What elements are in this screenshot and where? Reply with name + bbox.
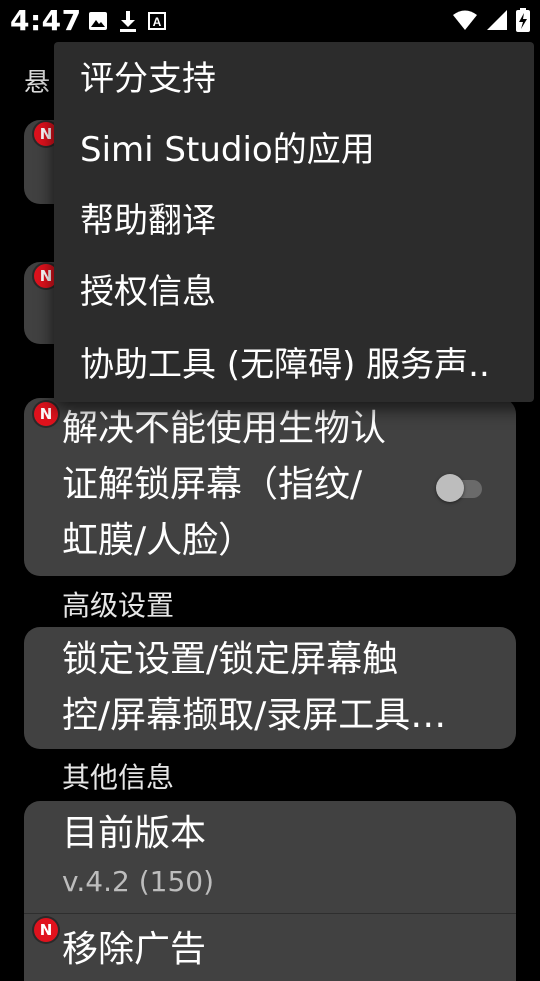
divider: [24, 913, 516, 914]
info-card: 目前版本 v.4.2 (150) 移除广告: [24, 801, 516, 981]
system-icons: [452, 8, 530, 32]
biometric-toggle[interactable]: [436, 472, 486, 502]
lock-settings-item[interactable]: 锁定设置/锁定屏幕触 控/屏幕撷取/录屏工具…: [24, 627, 516, 749]
svg-text:A: A: [153, 15, 162, 29]
setting-title-line: 解决不能使用生物认: [62, 408, 387, 449]
remove-ads-item[interactable]: 移除广告: [62, 923, 206, 977]
version-value: v.4.2 (150): [62, 865, 215, 898]
menu-item-license-info[interactable]: 授权信息: [80, 257, 520, 327]
section-advanced-settings: 高级设置: [62, 589, 175, 622]
setting-title-line: 控/屏幕撷取/录屏工具…: [62, 695, 447, 736]
download-icon: [120, 11, 136, 32]
battery-charging-icon: [516, 8, 530, 32]
image-icon: [89, 12, 107, 30]
status-bar: 4:47 A: [0, 0, 540, 42]
new-badge: N: [34, 918, 58, 942]
menu-item-help-translate[interactable]: 帮助翻译: [80, 186, 520, 256]
wifi-icon: [453, 10, 477, 30]
setting-title-line: 虹膜/人脸）: [62, 520, 255, 561]
menu-item-rate-support[interactable]: 评分支持: [80, 44, 520, 114]
notification-icons: A: [88, 10, 166, 32]
menu-item-accessibility-statement[interactable]: 协助工具 (无障碍) 服务声..: [80, 330, 520, 400]
setting-title-line: 锁定设置/锁定屏幕触: [62, 639, 399, 680]
biometric-unlock-setting[interactable]: 解决不能使用生物认 证解锁屏幕（指纹/ 虹膜/人脸）: [24, 398, 516, 576]
section-other-info: 其他信息: [62, 761, 175, 794]
section-title-partial: 悬: [24, 68, 51, 98]
toggle-thumb: [436, 474, 464, 502]
version-title: 目前版本: [62, 813, 207, 854]
menu-item-simi-studio-apps[interactable]: Simi Studio的应用: [80, 115, 520, 185]
status-time: 4:47: [10, 4, 82, 37]
overflow-menu: 评分支持 Simi Studio的应用 帮助翻译 授权信息 协助工具 (无障碍)…: [54, 42, 534, 402]
setting-title-line: 证解锁屏幕（指纹/: [62, 464, 363, 505]
new-badge: N: [34, 402, 58, 426]
keyboard-a-icon: A: [148, 12, 166, 30]
signal-icon: [487, 10, 507, 30]
